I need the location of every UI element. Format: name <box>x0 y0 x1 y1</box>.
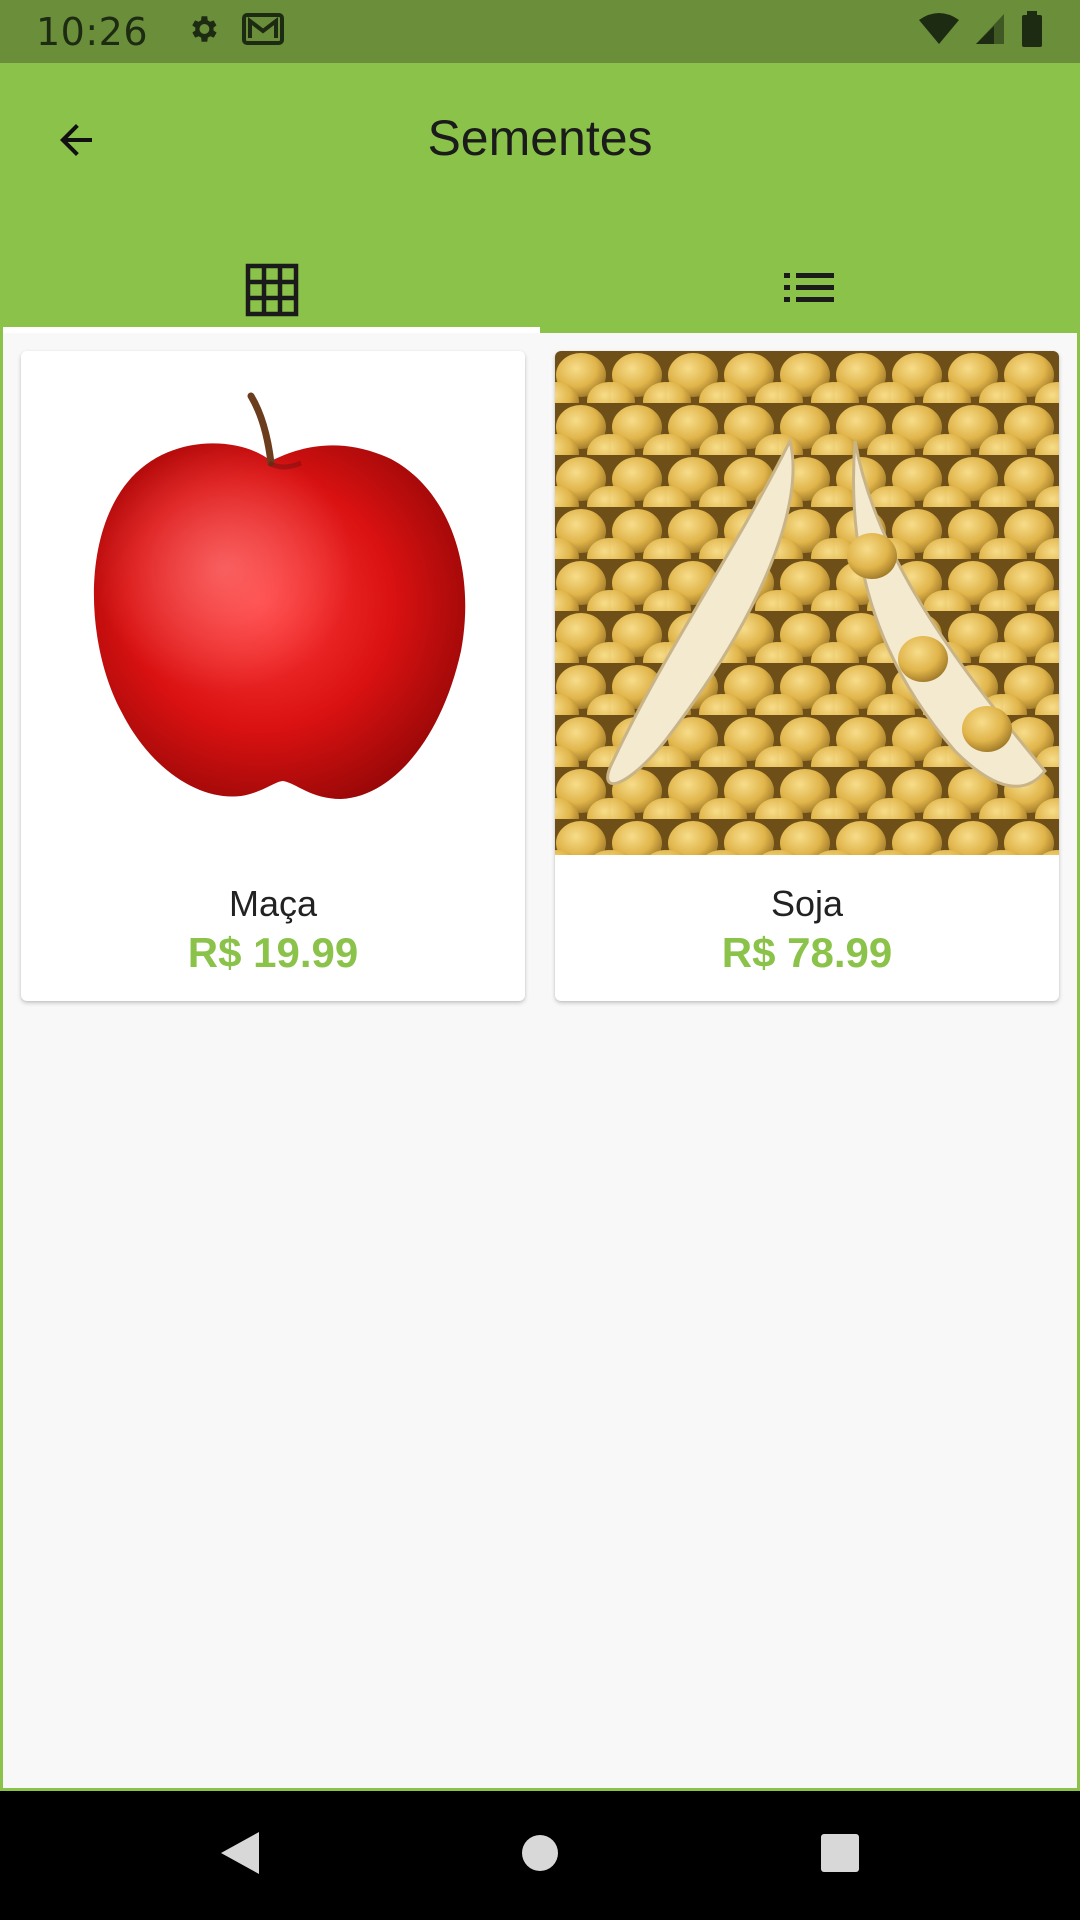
nav-back-button[interactable] <box>90 1830 390 1881</box>
apple-image <box>21 351 525 855</box>
back-triangle-icon <box>219 1830 261 1881</box>
battery-icon <box>1020 11 1044 52</box>
tab-grid[interactable] <box>3 263 540 333</box>
product-grid-container: Maça R$ 19.99 Soja R$ 78.99 <box>3 333 1077 1788</box>
product-price: R$ 19.99 <box>187 929 359 976</box>
grid-icon <box>245 263 299 322</box>
app-frame: Sementes Maça R$ 19.99 Soja R$ 78.99 <box>0 63 1080 1791</box>
list-icon <box>783 271 834 310</box>
status-icons-left <box>186 12 285 51</box>
product-name: Soja <box>770 883 844 924</box>
system-nav-bar <box>0 1791 1080 1920</box>
status-time: 10:26 <box>36 9 149 54</box>
wifi-icon <box>918 12 960 51</box>
soybeans-image <box>555 351 1059 855</box>
tab-list[interactable] <box>540 263 1077 333</box>
signal-icon <box>974 12 1006 51</box>
product-card-soja[interactable]: Soja R$ 78.99 <box>555 351 1059 1001</box>
app-bar: Sementes <box>3 63 1077 333</box>
home-circle-icon <box>520 1833 560 1878</box>
recents-square-icon <box>820 1833 860 1878</box>
toolbar: Sementes <box>3 63 1077 211</box>
nav-recents-button[interactable] <box>690 1833 990 1878</box>
gear-icon <box>186 12 220 51</box>
page-title: Sementes <box>427 110 653 166</box>
nav-home-button[interactable] <box>390 1833 690 1878</box>
gmail-icon <box>242 12 285 51</box>
status-icons-right <box>918 11 1044 52</box>
status-bar: 10:26 <box>0 0 1080 63</box>
product-name: Maça <box>228 883 318 924</box>
product-card-maca[interactable]: Maça R$ 19.99 <box>21 351 525 1001</box>
product-price: R$ 78.99 <box>721 929 893 976</box>
view-tabs <box>3 263 1077 333</box>
product-grid: Maça R$ 19.99 Soja R$ 78.99 <box>21 351 1059 1001</box>
